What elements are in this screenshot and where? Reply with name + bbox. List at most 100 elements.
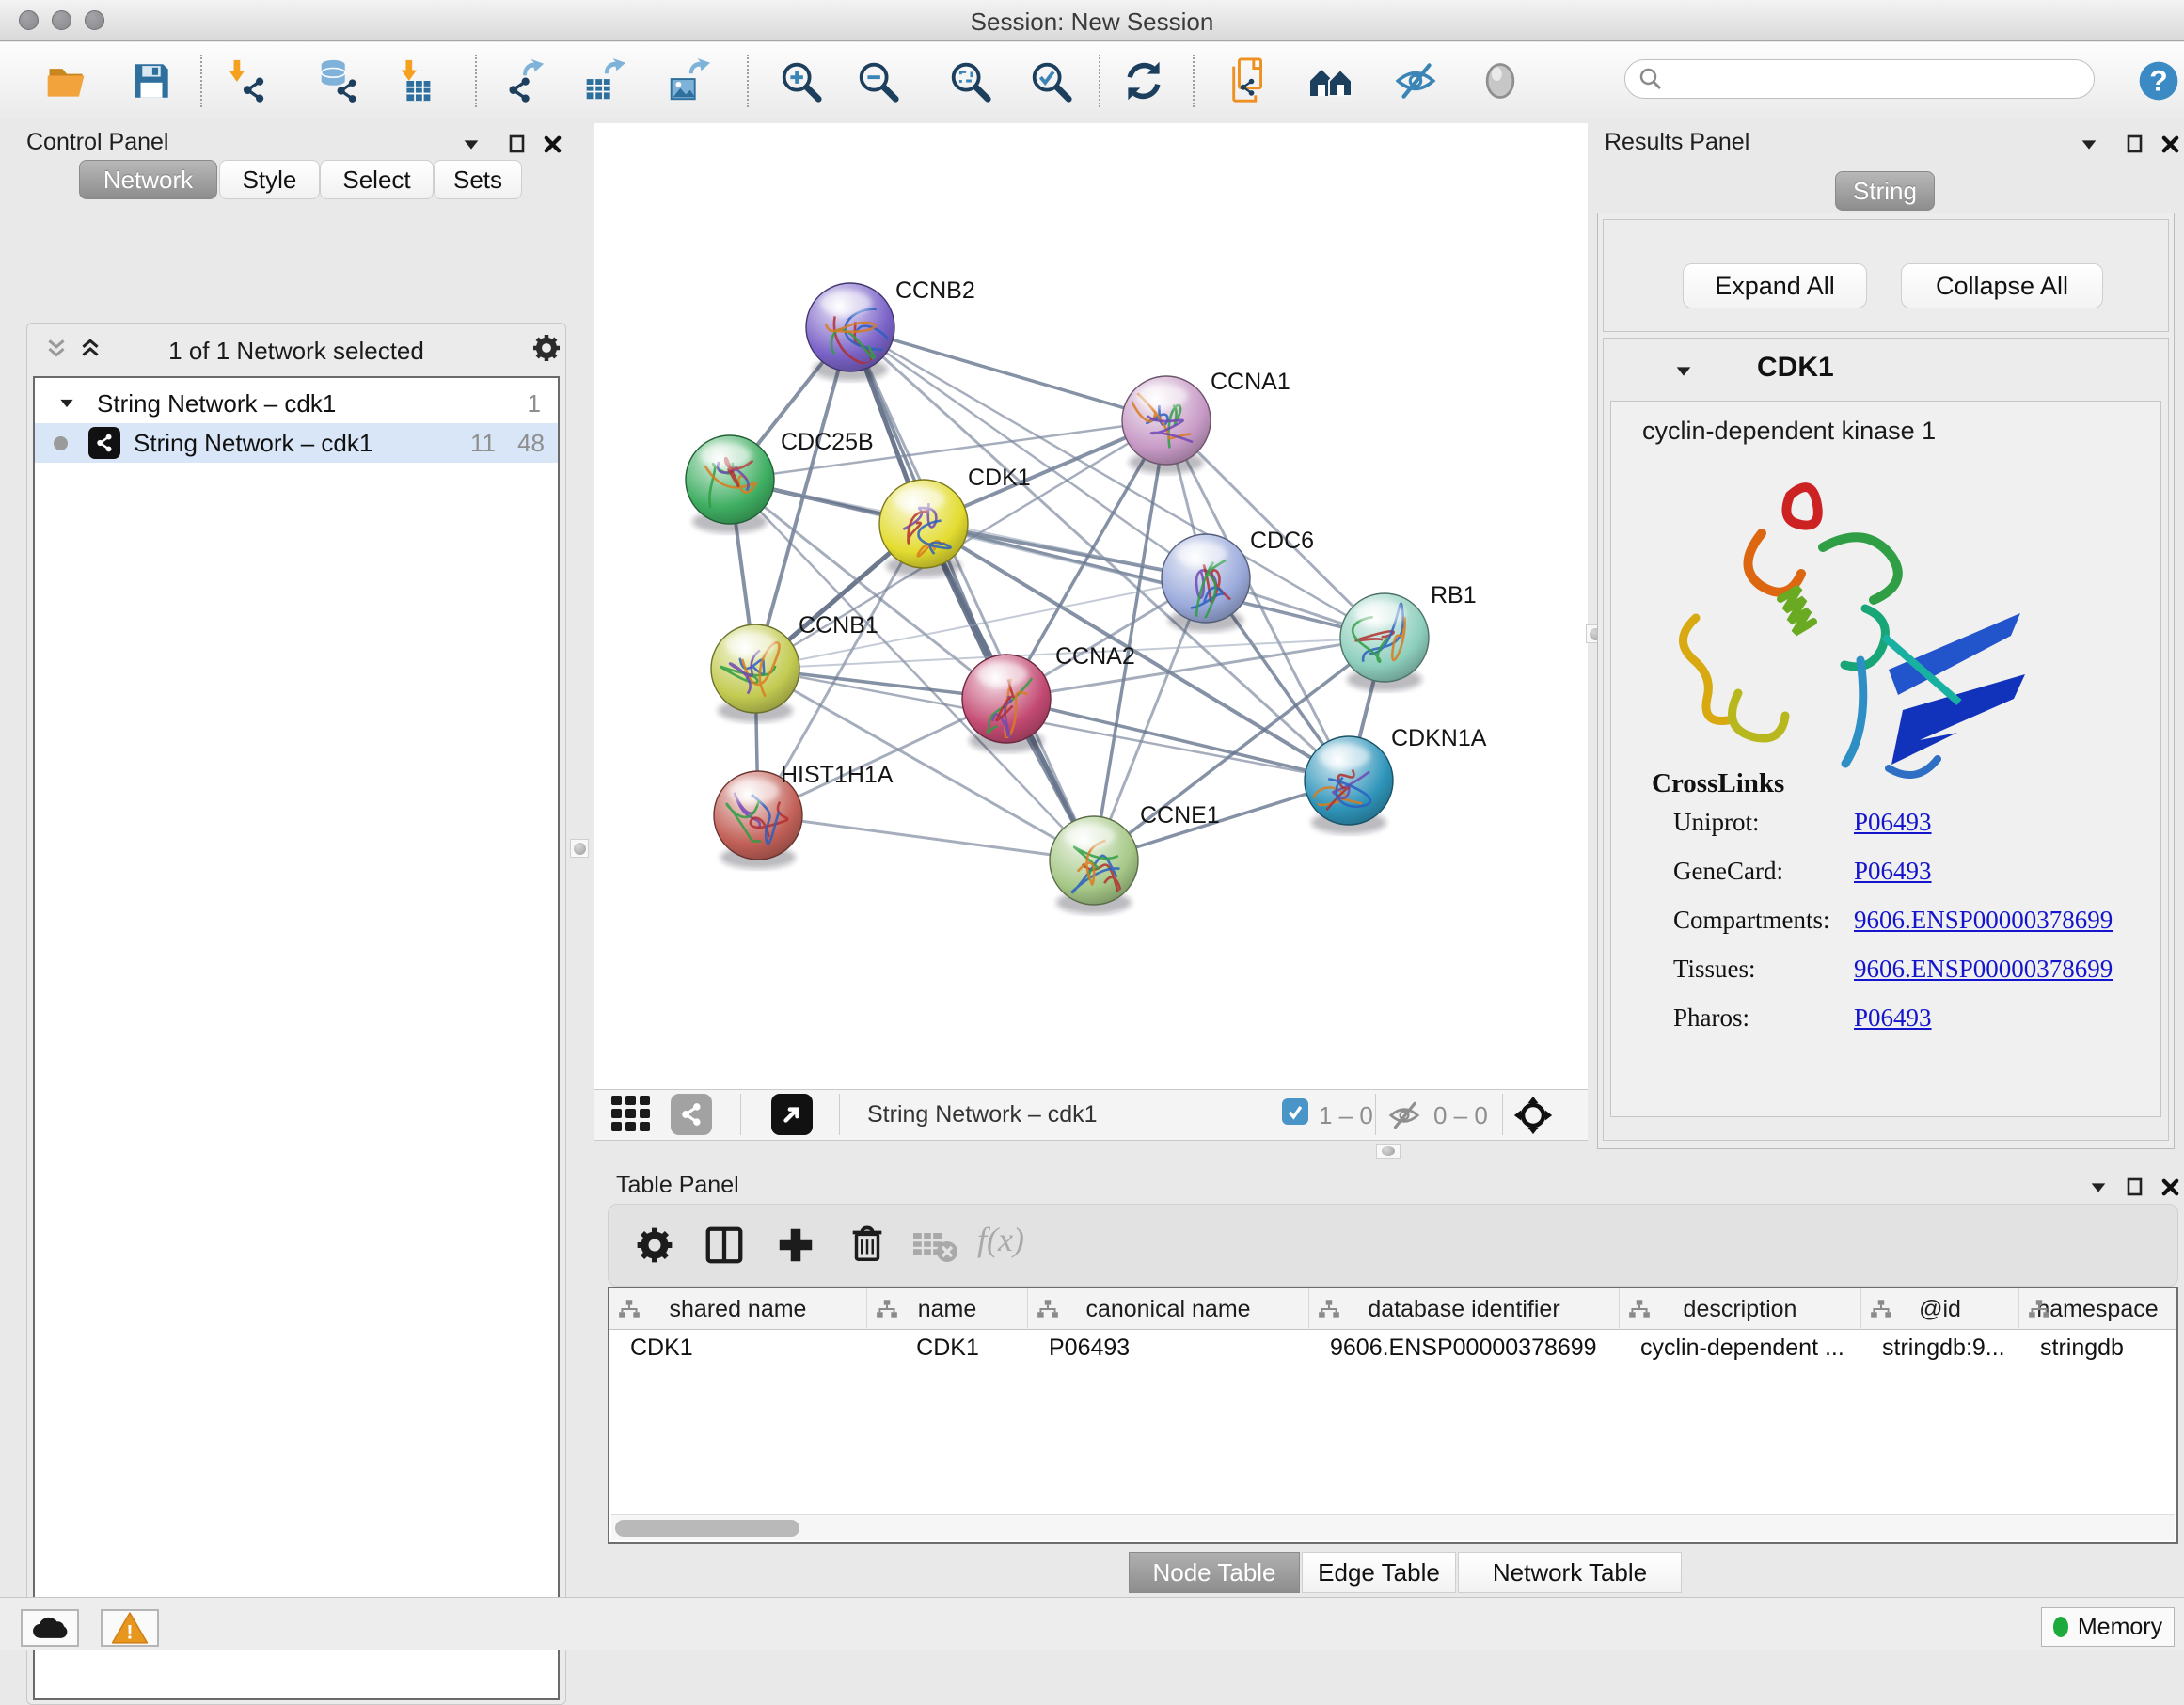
panel-float-icon[interactable] <box>506 133 529 155</box>
network-node-CDKN1A[interactable]: CDKN1A <box>1305 725 1487 834</box>
network-node-CCNB1[interactable]: CCNB1 <box>711 612 878 722</box>
crosslink-link[interactable]: P06493 <box>1854 857 1932 886</box>
open-session-button[interactable] <box>41 55 92 106</box>
column-header-shared-name[interactable]: shared name <box>609 1288 867 1330</box>
zoom-out-button[interactable] <box>852 55 903 106</box>
tab-string[interactable]: String <box>1835 171 1935 211</box>
help-button[interactable]: ? <box>2133 55 2184 106</box>
add-column-icon[interactable] <box>774 1223 817 1267</box>
table-cell[interactable]: 9606.ENSP00000378699 <box>1309 1330 1620 1366</box>
delete-table-icon[interactable] <box>911 1229 958 1263</box>
panel-close-icon[interactable] <box>2160 134 2181 155</box>
import-database-button[interactable] <box>313 55 364 106</box>
network-row-selected[interactable]: String Network – cdk1 11 48 <box>35 423 558 463</box>
crosslink-row: Pharos:P06493 <box>1673 1003 2144 1052</box>
table-cell[interactable]: cyclin-dependent ... <box>1620 1330 1861 1366</box>
tab-sets[interactable]: Sets <box>434 160 522 199</box>
delete-column-icon[interactable] <box>846 1222 889 1265</box>
hidden-eye-icon[interactable] <box>1386 1097 1422 1133</box>
network-view-canvas[interactable]: CCNB2CCNA1CDC25BCDK1CDC6RB1CCNB1CCNA2CDK… <box>594 123 1588 1089</box>
crosslink-link[interactable]: 9606.ENSP00000378699 <box>1854 906 2113 935</box>
network-edge[interactable] <box>850 327 1166 420</box>
tab-style[interactable]: Style <box>219 160 320 199</box>
save-session-button[interactable] <box>126 55 177 106</box>
table-horizontal-scrollbar[interactable] <box>611 1514 2175 1540</box>
column-header-description[interactable]: description <box>1620 1288 1861 1330</box>
gene-description: cyclin-dependent kinase 1 <box>1642 417 1936 446</box>
show-columns-icon[interactable] <box>703 1223 746 1267</box>
import-network-button[interactable] <box>221 55 272 106</box>
horizontal-splitter-handle[interactable] <box>1376 1144 1401 1159</box>
network-node-RB1[interactable]: RB1 <box>1340 582 1477 691</box>
refresh-button[interactable] <box>1118 55 1169 106</box>
network-collection-row[interactable]: String Network – cdk1 1 <box>35 384 558 423</box>
panel-close-icon[interactable] <box>542 134 563 155</box>
import-table-button[interactable] <box>390 55 441 106</box>
table-cell[interactable]: CDK1 <box>609 1330 867 1366</box>
gene-details: cyclin-dependent kinase 1 CrossLin <box>1610 401 2161 1117</box>
panel-collapse-icon[interactable] <box>2088 1177 2109 1198</box>
column-header-database-identifier[interactable]: database identifier <box>1309 1288 1620 1330</box>
crosslink-link[interactable]: P06493 <box>1854 808 1932 837</box>
collection-count: 1 <box>528 389 541 418</box>
panel-collapse-icon[interactable] <box>2079 134 2099 155</box>
fit-selected-crosshair-icon[interactable] <box>1512 1095 1554 1136</box>
table-cell[interactable]: CDK1 <box>867 1330 1028 1366</box>
tab-network[interactable]: Network <box>79 160 217 199</box>
zoom-selected-button[interactable] <box>1025 55 1076 106</box>
export-table-button[interactable] <box>578 55 628 106</box>
panel-float-icon[interactable] <box>2124 133 2146 155</box>
open-in-window-button[interactable] <box>771 1094 813 1135</box>
tab-select[interactable]: Select <box>320 160 434 199</box>
warning-button[interactable]: ! <box>101 1609 159 1647</box>
tree-expander-icon[interactable] <box>57 394 76 413</box>
search-field[interactable] <box>1624 59 2095 99</box>
expand-all-button[interactable]: Expand All <box>1683 263 1867 308</box>
selected-checkbox[interactable] <box>1282 1098 1308 1125</box>
crosslink-link[interactable]: 9606.ENSP00000378699 <box>1854 955 2113 984</box>
zoom-fit-button[interactable] <box>944 55 995 106</box>
tab-node-table[interactable]: Node Table <box>1129 1552 1300 1593</box>
cloud-button[interactable] <box>21 1609 79 1647</box>
collapse-all-button[interactable]: Collapse All <box>1901 263 2103 308</box>
crosslink-link[interactable]: P06493 <box>1854 1003 1932 1033</box>
table-cell[interactable]: stringdb:9... <box>1861 1330 2019 1366</box>
column-header-name[interactable]: name <box>867 1288 1028 1330</box>
column-header-canonical-name[interactable]: canonical name <box>1028 1288 1309 1330</box>
left-splitter-handle[interactable] <box>570 839 589 858</box>
birdseye-grid-icon[interactable] <box>611 1096 653 1133</box>
column-header-namespace[interactable]: namespace <box>2019 1288 2176 1330</box>
section-expander-icon[interactable] <box>1673 361 1694 382</box>
panel-close-icon[interactable] <box>2160 1176 2181 1198</box>
home-pages-button[interactable] <box>1306 55 1356 106</box>
share-document-icon <box>1227 57 1274 104</box>
table-cell[interactable]: P06493 <box>1028 1330 1309 1366</box>
main-toolbar: ? <box>0 42 2184 118</box>
network-edge[interactable] <box>758 815 1094 860</box>
import-table-icon <box>392 57 439 104</box>
panel-collapse-icon[interactable] <box>461 134 482 155</box>
network-label: String Network – cdk1 <box>134 429 372 458</box>
table-cell[interactable]: stringdb <box>2019 1330 2176 1366</box>
search-input[interactable] <box>1672 66 2094 92</box>
share-document-button[interactable] <box>1225 55 1275 106</box>
network-options-gear-icon[interactable] <box>531 333 562 363</box>
network-type-badge-icon[interactable] <box>671 1094 712 1135</box>
panel-float-icon[interactable] <box>2124 1176 2146 1198</box>
show-graphics-button[interactable] <box>1475 55 1526 106</box>
hide-graphics-button[interactable] <box>1390 55 1441 106</box>
scrollbar-thumb[interactable] <box>615 1520 799 1537</box>
tab-network-table[interactable]: Network Table <box>1458 1552 1682 1593</box>
function-builder-button[interactable]: f(x) <box>977 1220 1024 1259</box>
network-node-CDK1[interactable]: CDK1 <box>879 465 1031 577</box>
memory-button[interactable]: Memory <box>2041 1607 2175 1647</box>
column-header--id[interactable]: @id <box>1861 1288 2019 1330</box>
node-label-CCNA2: CCNA2 <box>1055 643 1135 670</box>
network-node-HIST1H1A[interactable]: HIST1H1A <box>714 762 894 869</box>
network-edge[interactable] <box>1006 699 1349 781</box>
export-image-button[interactable] <box>662 55 713 106</box>
tab-edge-table[interactable]: Edge Table <box>1302 1552 1456 1593</box>
zoom-in-button[interactable] <box>775 55 826 106</box>
export-network-button[interactable] <box>499 55 550 106</box>
table-options-gear-icon[interactable] <box>635 1225 674 1265</box>
